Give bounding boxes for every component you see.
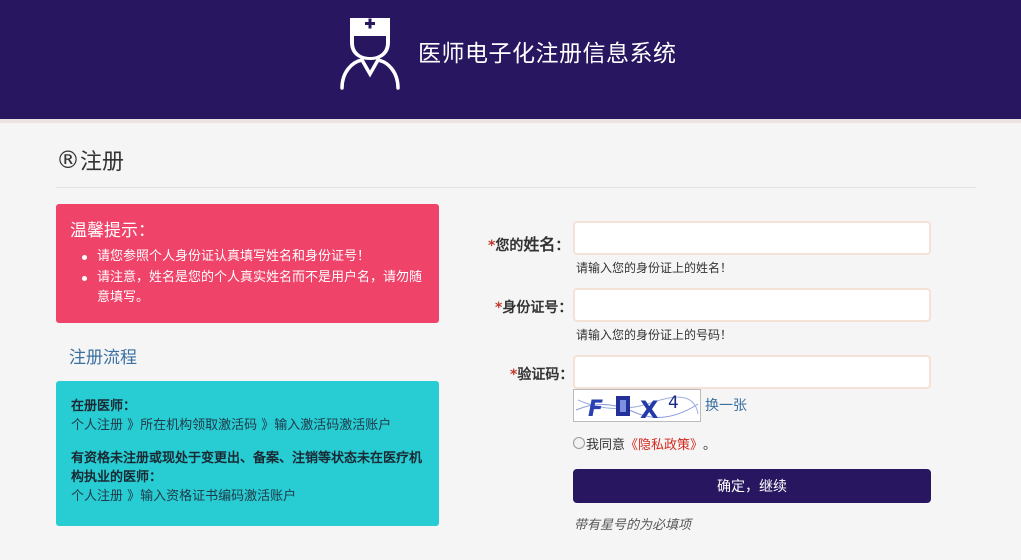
header-bar: 医师电子化注册信息系统 [0,0,1021,119]
privacy-policy-link[interactable]: 《隐私政策》 [625,434,703,453]
agree-text: 我同意 [586,438,626,453]
tips-item: 请注意，姓名是您的个人真实姓名而不是用户名，请勿随意填写。 [82,268,425,308]
captcha-graphic: F X 4 [574,390,700,424]
id-label: *身份证号： [495,297,572,317]
submit-button[interactable]: 确定，继续 [573,469,931,503]
app-title: 医师电子化注册信息系统 [418,41,677,67]
header-brand: 医师电子化注册信息系统 [338,16,677,90]
header-divider [0,119,1021,123]
registered-mark: ® [56,146,80,174]
captcha-input[interactable] [573,355,931,389]
change-captcha-link[interactable]: 换一张 [705,395,747,415]
captcha-char: F [588,397,603,421]
id-hint: 请输入您的身份证上的号码！ [576,328,733,342]
id-label-text: 身份证号： [502,300,573,316]
flow-section-heading: 有资格未注册或现处于变更出、备案、注销等状态未在医疗机构执业的医师： [71,451,423,485]
name-input[interactable] [573,221,931,255]
captcha-char: X [640,396,659,421]
agree-row: 我同意 《隐私政策》 。 [573,434,716,453]
flow-panel: 在册医师： 个人注册 》所在机构领取激活码 》输入激活码激活账户 有资格未注册或… [56,381,439,526]
name-label-main: 姓名 [523,235,556,254]
flow-section-steps: 个人注册 》输入资格证书编码激活账户 [71,489,297,504]
captcha-label-text: 验证码： [517,367,574,383]
tips-panel: 温馨提示： 请您参照个人身份证认真填写姓名和身份证号！ 请注意，姓名是您的个人真… [56,204,439,323]
name-label: *您的姓名： [488,231,569,255]
agree-radio[interactable] [573,436,585,449]
page-title-text: 注册 [80,150,125,175]
name-hint: 请输入您的身份证上的姓名！ [576,261,733,275]
id-number-input[interactable] [573,288,931,322]
flow-section-steps: 个人注册 》所在机构领取激活码 》输入激活码激活账户 [71,418,392,433]
tips-list: 请您参照个人身份证认真填写姓名和身份证号！ 请注意，姓名是您的个人真实姓名而不是… [70,247,425,308]
flow-section-heading: 在册医师： [71,399,137,414]
captcha-label: *验证码： [510,364,573,384]
name-label-colon: ： [555,238,570,254]
page-title: ® 注册 [56,144,124,176]
captcha-char: 4 [668,393,679,413]
name-label-prefix: 您的 [495,238,524,254]
tips-item: 请您参照个人身份证认真填写姓名和身份证号！ [82,247,425,267]
tips-title: 温馨提示： [70,221,155,241]
required-note: 带有星号的为必填项 [574,518,692,533]
doctor-nurse-icon [340,18,400,90]
title-divider [56,187,976,188]
captcha-image[interactable]: F X 4 [573,389,701,424]
agree-suffix: 。 [703,438,717,453]
flow-title: 注册流程 [69,348,137,368]
